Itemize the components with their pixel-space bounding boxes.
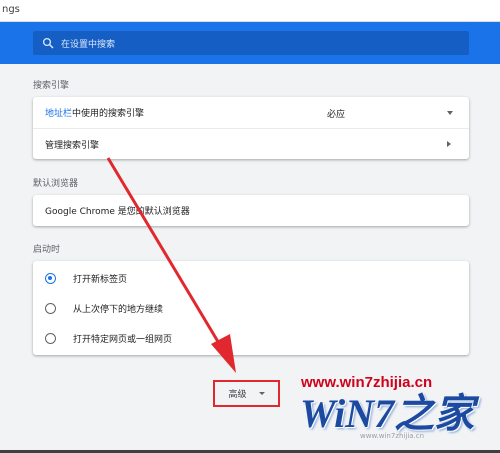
startup-option-label: 从上次停下的地方继续	[73, 304, 164, 315]
watermark-sub: www.win7zhijia.cn	[360, 432, 425, 440]
watermark-url: www.win7zhijia.cn	[301, 374, 433, 391]
address-bar[interactable]: ngs	[0, 0, 500, 22]
startup-option-new-tab[interactable]: 打开新标签页	[33, 263, 469, 293]
search-engine-select[interactable]: 必应	[327, 107, 345, 120]
manage-search-engines-label: 管理搜索引擎	[45, 140, 100, 151]
watermark-logo: WiN7之家	[300, 391, 475, 436]
section-title-search-engine: 搜索引擎	[33, 81, 70, 91]
on-startup-card: 打开新标签页 从上次停下的地方继续 打开特定网页或一组网页	[33, 261, 469, 355]
search-engine-row-suffix: 中使用的搜索引擎	[72, 109, 145, 119]
radio-unchecked-icon[interactable]	[45, 332, 56, 344]
section-title-on-startup: 启动时	[33, 245, 61, 255]
search-placeholder: 在设置中搜索	[61, 40, 116, 50]
caret-down-icon	[258, 392, 265, 395]
advanced-label: 高级	[228, 390, 247, 400]
chevron-right-icon[interactable]	[447, 141, 451, 147]
section-title-default-browser: 默认浏览器	[33, 179, 79, 189]
search-icon	[42, 37, 54, 49]
search-engine-card: 地址栏中使用的搜索引擎 必应 管理搜索引擎	[33, 97, 469, 159]
address-bar-link[interactable]: 地址栏	[45, 109, 72, 119]
caret-down-icon[interactable]	[447, 111, 453, 115]
startup-option-label: 打开特定网页或一组网页	[73, 334, 173, 345]
default-browser-card: Google Chrome 是您的默认浏览器	[33, 195, 469, 226]
manage-search-engines-row[interactable]: 管理搜索引擎	[33, 128, 469, 159]
search-engine-row-label: 地址栏中使用的搜索引擎	[45, 106, 144, 119]
startup-option-specific-pages[interactable]: 打开特定网页或一组网页	[33, 323, 469, 353]
advanced-button[interactable]: 高级	[213, 380, 280, 407]
search-engine-select-row[interactable]: 地址栏中使用的搜索引擎 必应	[33, 97, 469, 128]
radio-unchecked-icon[interactable]	[45, 302, 56, 314]
settings-search-input[interactable]: 在设置中搜索	[33, 31, 469, 55]
default-browser-status: Google Chrome 是您的默认浏览器	[45, 207, 190, 217]
default-browser-row: Google Chrome 是您的默认浏览器	[33, 195, 469, 226]
startup-option-continue[interactable]: 从上次停下的地方继续	[33, 293, 469, 323]
radio-checked-icon[interactable]	[45, 272, 56, 284]
address-bar-text: ngs	[2, 4, 20, 15]
startup-option-label: 打开新标签页	[73, 274, 128, 285]
